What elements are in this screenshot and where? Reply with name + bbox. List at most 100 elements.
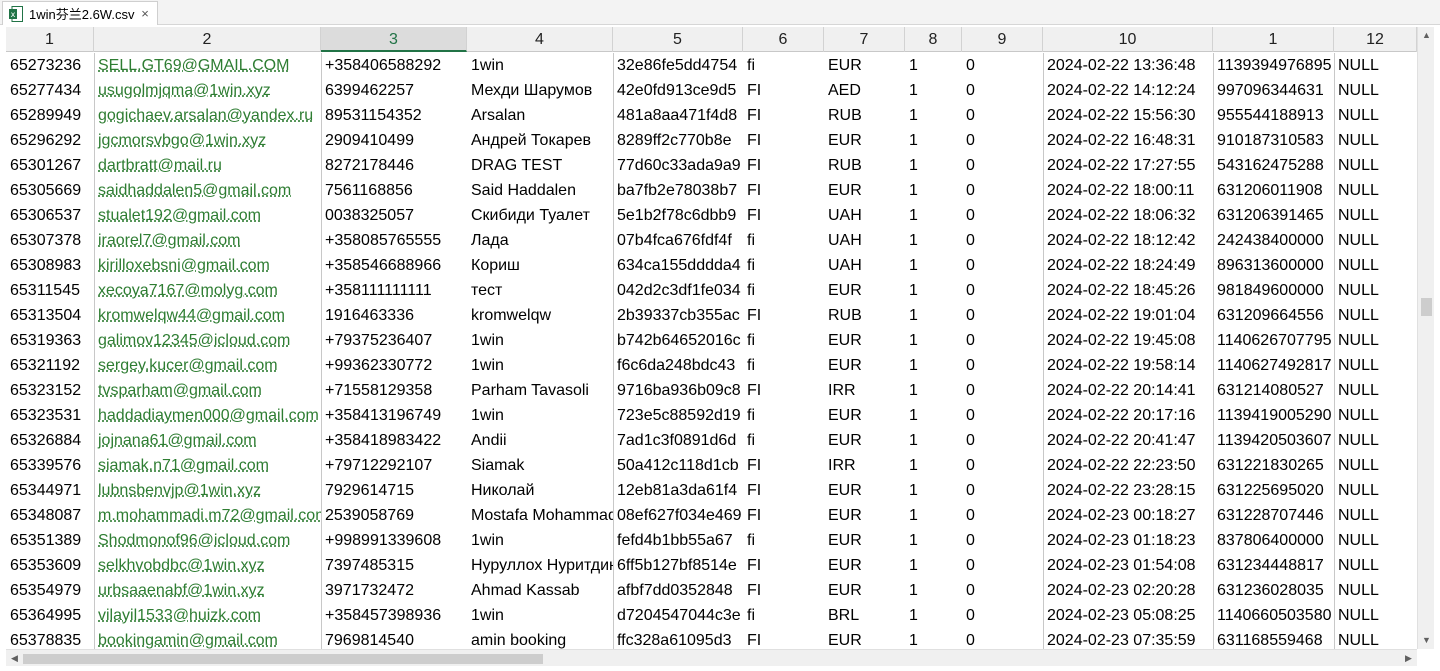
table-cell[interactable]: 7ad1c3f0891d6d [615, 428, 743, 453]
table-cell[interactable]: 2539058769 [323, 503, 467, 528]
table-cell[interactable]: 0 [964, 403, 1043, 428]
table-cell[interactable]: ba7fb2e78038b7 [615, 178, 743, 203]
table-cell[interactable]: 2024-02-22 18:00:11 [1045, 178, 1213, 203]
table-cell[interactable]: NULL [1336, 328, 1417, 353]
table-cell[interactable]: f6c6da248bdc43 [615, 353, 743, 378]
table-cell[interactable]: 1 [907, 503, 962, 528]
table-cell[interactable]: FI [745, 303, 824, 328]
table-cell[interactable]: 65323531 [8, 403, 94, 428]
table-cell[interactable]: 7397485315 [323, 553, 467, 578]
table-cell[interactable]: 2024-02-22 20:41:47 [1045, 428, 1213, 453]
table-cell[interactable]: RUB [826, 103, 905, 128]
table-cell[interactable]: 481a8aa471f4d8 [615, 103, 743, 128]
table-cell[interactable]: NULL [1336, 178, 1417, 203]
table-cell[interactable]: 65344971 [8, 478, 94, 503]
table-cell[interactable]: 1 [907, 303, 962, 328]
table-cell[interactable]: DRAG TEST [469, 153, 613, 178]
table-cell[interactable]: fi [745, 278, 824, 303]
table-cell[interactable]: 65311545 [8, 278, 94, 303]
table-cell[interactable]: NULL [1336, 303, 1417, 328]
table-cell[interactable]: 7929614715 [323, 478, 467, 503]
table-cell[interactable]: 65305669 [8, 178, 94, 203]
email-link-cell[interactable]: SELL.GT69@GMAIL.COM [96, 53, 321, 78]
table-cell[interactable]: 2024-02-22 18:45:26 [1045, 278, 1213, 303]
table-cell[interactable]: 1 [907, 128, 962, 153]
table-cell[interactable]: 65353609 [8, 553, 94, 578]
table-cell[interactable]: +358085765555 [323, 228, 467, 253]
table-cell[interactable]: FI [745, 578, 824, 603]
email-link-cell[interactable]: m.mohammadi.m72@gmail.com [96, 503, 321, 528]
table-cell[interactable]: 89531154352 [323, 103, 467, 128]
table-cell[interactable]: NULL [1336, 78, 1417, 103]
table-cell[interactable]: 1 [907, 478, 962, 503]
table-cell[interactable]: FI [745, 103, 824, 128]
table-cell[interactable]: NULL [1336, 153, 1417, 178]
table-cell[interactable]: 65301267 [8, 153, 94, 178]
table-cell[interactable]: 2b39337cb355ac [615, 303, 743, 328]
table-cell[interactable]: kromwelqw [469, 303, 613, 328]
table-cell[interactable]: 0 [964, 103, 1043, 128]
horizontal-scrollbar[interactable]: ◀ ▶ [6, 649, 1417, 666]
table-cell[interactable]: Siamak [469, 453, 613, 478]
column-header-5[interactable]: 5 [613, 27, 743, 52]
table-cell[interactable]: 2024-02-23 02:20:28 [1045, 578, 1213, 603]
table-cell[interactable]: 2024-02-22 17:27:55 [1045, 153, 1213, 178]
table-cell[interactable]: 837806400000 [1215, 528, 1334, 553]
table-cell[interactable]: NULL [1336, 253, 1417, 278]
scroll-down-arrow-icon[interactable]: ▼ [1418, 632, 1435, 649]
column-header-12[interactable]: 12 [1334, 27, 1417, 52]
table-cell[interactable]: 3971732472 [323, 578, 467, 603]
table-cell[interactable]: +71558129358 [323, 378, 467, 403]
table-cell[interactable]: NULL [1336, 578, 1417, 603]
table-cell[interactable]: amin booking [469, 628, 613, 649]
table-cell[interactable]: EUR [826, 178, 905, 203]
table-cell[interactable]: 1win [469, 353, 613, 378]
table-cell[interactable]: 631206391465 [1215, 203, 1334, 228]
table-cell[interactable]: fefd4b1bb55a67 [615, 528, 743, 553]
table-cell[interactable]: fi [745, 528, 824, 553]
table-cell[interactable]: 1 [907, 203, 962, 228]
column-header-11[interactable]: 1 [1213, 27, 1334, 52]
table-cell[interactable]: NULL [1336, 428, 1417, 453]
table-cell[interactable]: 65354979 [8, 578, 94, 603]
email-link-cell[interactable]: kromwelqw44@gmail.com [96, 303, 321, 328]
file-tab[interactable]: x 1win芬兰2.6W.csv × [2, 1, 158, 25]
table-cell[interactable]: 65306537 [8, 203, 94, 228]
column-header-9[interactable]: 9 [962, 27, 1043, 52]
table-cell[interactable]: 1 [907, 528, 962, 553]
table-cell[interactable]: 2024-02-23 00:18:27 [1045, 503, 1213, 528]
table-cell[interactable]: 631234448817 [1215, 553, 1334, 578]
table-cell[interactable]: 242438400000 [1215, 228, 1334, 253]
table-cell[interactable]: NULL [1336, 528, 1417, 553]
column-header-10[interactable]: 10 [1043, 27, 1213, 52]
table-cell[interactable]: 7969814540 [323, 628, 467, 649]
table-cell[interactable]: 1 [907, 278, 962, 303]
table-cell[interactable]: Andii [469, 428, 613, 453]
table-cell[interactable]: 0 [964, 478, 1043, 503]
scroll-left-arrow-icon[interactable]: ◀ [6, 650, 23, 667]
table-cell[interactable]: 1 [907, 78, 962, 103]
table-cell[interactable]: BRL [826, 603, 905, 628]
table-cell[interactable]: 2024-02-22 16:48:31 [1045, 128, 1213, 153]
table-cell[interactable]: 1 [907, 228, 962, 253]
table-cell[interactable]: fi [745, 603, 824, 628]
table-cell[interactable]: 631206011908 [1215, 178, 1334, 203]
table-cell[interactable]: 543162475288 [1215, 153, 1334, 178]
table-cell[interactable]: 0 [964, 628, 1043, 649]
table-cell[interactable]: FI [745, 378, 824, 403]
table-cell[interactable]: 2024-02-23 01:54:08 [1045, 553, 1213, 578]
email-link-cell[interactable]: xecoya7167@molyg.com [96, 278, 321, 303]
table-cell[interactable]: 2024-02-22 18:06:32 [1045, 203, 1213, 228]
table-cell[interactable]: UAH [826, 253, 905, 278]
table-cell[interactable]: NULL [1336, 103, 1417, 128]
table-cell[interactable]: 2024-02-22 22:23:50 [1045, 453, 1213, 478]
table-cell[interactable]: 8272178446 [323, 153, 467, 178]
table-cell[interactable]: 0 [964, 203, 1043, 228]
table-cell[interactable]: NULL [1336, 353, 1417, 378]
column-header-7[interactable]: 7 [824, 27, 905, 52]
table-cell[interactable]: 631225695020 [1215, 478, 1334, 503]
table-cell[interactable]: 0 [964, 603, 1043, 628]
table-cell[interactable]: 1 [907, 328, 962, 353]
table-cell[interactable]: 1140627492817 [1215, 353, 1334, 378]
table-cell[interactable]: 0 [964, 328, 1043, 353]
